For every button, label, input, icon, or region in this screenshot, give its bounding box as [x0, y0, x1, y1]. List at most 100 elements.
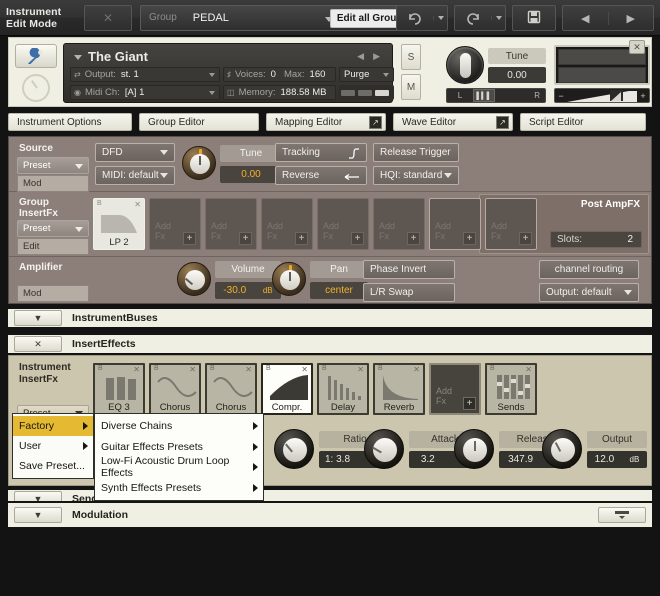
source-midi-dropdown[interactable]: MIDI: default — [95, 166, 175, 185]
redo-history-dropdown[interactable] — [491, 16, 505, 20]
remove-icon[interactable]: ✕ — [413, 365, 420, 374]
bypass-icon[interactable]: B — [378, 365, 383, 372]
source-mod-button[interactable]: Mod — [17, 175, 89, 192]
next-preset-icon[interactable]: ▶ — [373, 51, 380, 62]
add-fx-button[interactable]: + — [183, 232, 196, 245]
save-button[interactable] — [512, 5, 556, 31]
close-instrument-button[interactable]: ✕ — [629, 40, 645, 54]
tab-group-editor[interactable]: Group Editor — [139, 113, 259, 131]
remove-icon[interactable]: ✕ — [525, 365, 532, 374]
tab-script-editor[interactable]: Script Editor — [520, 113, 646, 131]
submenu-item-lowfi-acoustic-drum-loop-effects[interactable]: Low-Fi Acoustic Drum Loop Effects — [95, 455, 263, 479]
insertfx-slot-reverb[interactable]: B ✕ Reverb — [373, 363, 425, 415]
group-fx-slot-2[interactable]: Add Fx + — [149, 198, 201, 250]
instrument-pan-slider[interactable]: L ▌▍▌ R — [446, 88, 546, 103]
slots-field[interactable]: Slots: 2 — [550, 231, 642, 248]
source-preset-button[interactable]: Preset — [17, 157, 89, 174]
remove-icon[interactable]: ✕ — [357, 365, 364, 374]
pan-value-field[interactable]: center — [310, 282, 368, 299]
volume-decrease-icon[interactable]: − — [555, 91, 567, 101]
compressor-output-knob[interactable] — [542, 429, 582, 469]
instrument-buses-toggle[interactable]: ▼ — [14, 310, 62, 326]
chevron-down-icon[interactable] — [74, 55, 82, 60]
midi-channel-selector[interactable]: ◉ Midi Ch: [A] 1 — [70, 85, 220, 100]
add-fx-button[interactable]: + — [463, 232, 476, 245]
modulation-bar[interactable]: ▼ Modulation — [8, 501, 652, 529]
hqi-dropdown[interactable]: HQI: standard — [373, 166, 459, 185]
prev-instrument-button[interactable]: ◀ — [563, 12, 608, 25]
insertfx-slot-sends[interactable]: B ✕ Sends — [485, 363, 537, 415]
insertfx-slot-delay[interactable]: B ✕ Delay — [317, 363, 369, 415]
next-instrument-button[interactable]: ▶ — [607, 11, 654, 25]
remove-icon[interactable]: ✕ — [301, 365, 308, 374]
bypass-icon[interactable]: B — [97, 200, 102, 207]
bypass-icon[interactable]: B — [490, 365, 495, 372]
compressor-ratio-knob[interactable] — [274, 429, 314, 469]
output-dropdown[interactable]: Output: default — [539, 283, 639, 302]
insert-effects-toggle[interactable]: ✕ — [14, 336, 62, 352]
menu-item-save-preset[interactable]: Save Preset... — [13, 456, 93, 476]
output-value-field[interactable]: 12.0 dB — [587, 451, 647, 468]
reverse-button[interactable]: Reverse — [275, 166, 367, 185]
menu-item-factory[interactable]: Factory — [13, 416, 93, 436]
tune-value-field[interactable]: 0.00 — [488, 67, 546, 83]
group-fx-preset-button[interactable]: Preset — [17, 220, 89, 237]
release-trigger-button[interactable]: Release Trigger — [373, 143, 459, 162]
insertfx-slot-eq3[interactable]: B ✕ EQ 3 — [93, 363, 145, 415]
volume-increase-icon[interactable]: + — [637, 91, 649, 101]
insert-effects-bar[interactable]: ✕ InsertEffects — [8, 333, 652, 355]
remove-icon[interactable]: ✕ — [134, 200, 141, 209]
source-mode-dropdown[interactable]: DFD — [95, 143, 175, 162]
add-fx-button[interactable]: + — [519, 232, 532, 245]
insertfx-slot-chorus-2[interactable]: B ✕ Chorus — [205, 363, 257, 415]
remove-icon[interactable]: ✕ — [189, 365, 196, 374]
insertfx-slot-compressor[interactable]: B ✕ Compr. — [261, 363, 313, 415]
bypass-icon[interactable]: B — [154, 365, 159, 372]
close-edit-mode-button[interactable]: ✕ — [84, 4, 132, 31]
bypass-icon[interactable]: B — [210, 365, 215, 372]
pan-handle[interactable]: ▌▍▌ — [473, 89, 495, 102]
redo-button[interactable] — [454, 5, 506, 31]
submenu-item-synth-effects-presets[interactable]: Synth Effects Presets — [95, 478, 263, 499]
volume-value-field[interactable]: -30.0 dB — [215, 282, 281, 299]
instrument-level-knob[interactable] — [22, 74, 50, 102]
compressor-attack-knob[interactable] — [364, 429, 404, 469]
popout-icon[interactable]: ↗ — [369, 116, 382, 129]
group-fx-slot-6[interactable]: Add Fx + — [373, 198, 425, 250]
pan-knob[interactable] — [272, 262, 306, 296]
undo-button[interactable] — [396, 5, 448, 31]
channel-routing-button[interactable]: channel routing — [539, 260, 639, 279]
preset-context-menu[interactable]: Factory User Save Preset... — [12, 413, 94, 479]
factory-submenu[interactable]: Diverse Chains Guitar Effects Presets Lo… — [94, 413, 264, 501]
output-selector[interactable]: ⇄ Output: st. 1 — [70, 67, 220, 82]
volume-knob[interactable] — [177, 262, 211, 296]
purge-menu[interactable]: Purge — [339, 67, 394, 82]
add-fx-button[interactable]: + — [407, 232, 420, 245]
mute-button[interactable]: M — [401, 74, 421, 100]
instrument-volume-slider[interactable]: − + — [554, 88, 650, 103]
popout-icon[interactable]: ↗ — [496, 116, 509, 129]
add-fx-button[interactable]: + — [239, 232, 252, 245]
add-fx-button[interactable]: + — [351, 232, 364, 245]
submenu-item-guitar-effects-presets[interactable]: Guitar Effects Presets — [95, 437, 263, 458]
remove-icon[interactable]: ✕ — [245, 365, 252, 374]
group-fx-slot-5[interactable]: Add Fx + — [317, 198, 369, 250]
add-fx-button[interactable]: + — [295, 232, 308, 245]
tab-mapping-editor[interactable]: Mapping Editor ↗ — [266, 113, 386, 131]
group-fx-slot-4[interactable]: Add Fx + — [261, 198, 313, 250]
bypass-icon[interactable]: B — [322, 365, 327, 372]
volume-track[interactable] — [567, 89, 637, 102]
lr-swap-button[interactable]: L/R Swap — [363, 283, 455, 302]
undo-history-dropdown[interactable] — [433, 16, 447, 20]
tab-wave-editor[interactable]: Wave Editor ↗ — [393, 113, 513, 131]
tracking-button[interactable]: Tracking — [275, 143, 367, 162]
instrument-wrench-button[interactable] — [15, 44, 57, 68]
submenu-item-diverse-chains[interactable]: Diverse Chains — [95, 416, 263, 437]
bypass-icon[interactable]: B — [98, 365, 103, 372]
group-fx-slot-8[interactable]: Add Fx + — [485, 198, 537, 250]
insertfx-slot-empty[interactable]: Add Fx + — [429, 363, 481, 415]
group-selector[interactable]: Group PEDAL Edit all Groups — [140, 4, 420, 31]
insertfx-slot-chorus-1[interactable]: B ✕ Chorus — [149, 363, 201, 415]
source-tune-value-field[interactable]: 0.00 — [220, 166, 282, 183]
menu-item-user[interactable]: User — [13, 436, 93, 456]
